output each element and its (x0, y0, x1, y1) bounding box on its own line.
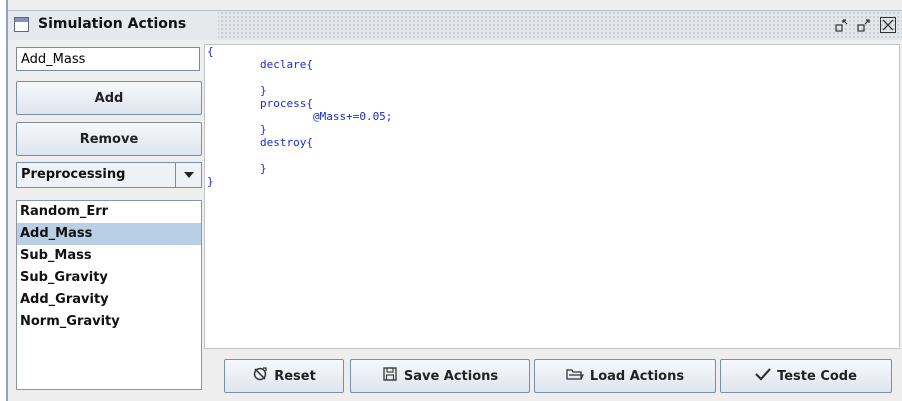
list-item[interactable]: Add_Gravity (17, 289, 201, 311)
add-button[interactable]: Add (16, 81, 202, 115)
remove-button[interactable]: Remove (16, 122, 202, 156)
actions-list[interactable]: Random_Err Add_Mass Sub_Mass Sub_Gravity… (16, 200, 202, 390)
action-toolbar: Reset Save Actions Load Actions Teste Co… (204, 351, 900, 401)
list-item[interactable]: Sub_Mass (17, 245, 201, 267)
window-title: Simulation Actions (38, 16, 187, 32)
code-text[interactable]: { declare{ } process{ @Mass+=0.05; } des… (207, 45, 392, 188)
test-code-button[interactable]: Teste Code (720, 359, 892, 393)
window-icon (14, 17, 29, 32)
floppy-disk-icon (382, 366, 398, 386)
list-item[interactable]: Random_Err (17, 201, 201, 223)
list-item-selected[interactable]: Add_Mass (17, 223, 201, 245)
reset-icon (252, 366, 268, 386)
chevron-down-icon[interactable] (175, 163, 201, 187)
folder-open-icon (566, 367, 584, 385)
minimize-icon[interactable] (834, 17, 850, 33)
test-code-label: Teste Code (777, 368, 857, 384)
save-actions-label: Save Actions (403, 368, 499, 384)
list-item[interactable]: Sub_Gravity (17, 267, 201, 289)
title-bar[interactable]: Simulation Actions (8, 10, 902, 40)
action-name-input[interactable] (16, 47, 200, 71)
stage-select[interactable]: Preprocessing (16, 162, 202, 188)
load-actions-label: Load Actions (589, 368, 685, 384)
checkmark-icon (755, 367, 771, 385)
close-icon[interactable] (880, 17, 896, 33)
maximize-icon[interactable] (856, 17, 872, 33)
list-item[interactable]: Norm_Gravity (17, 311, 201, 333)
load-actions-button[interactable]: Load Actions (534, 359, 716, 393)
code-editor[interactable]: { declare{ } process{ @Mass+=0.05; } des… (204, 44, 900, 349)
stage-select-value: Preprocessing (21, 167, 126, 182)
reset-label: Reset (274, 368, 316, 384)
reset-button[interactable]: Reset (224, 359, 344, 393)
save-actions-button[interactable]: Save Actions (350, 359, 530, 393)
